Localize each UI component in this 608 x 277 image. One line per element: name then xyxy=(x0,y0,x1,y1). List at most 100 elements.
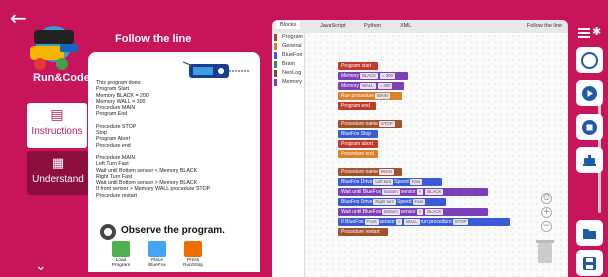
robot-icon xyxy=(583,155,596,166)
block-text: Memory xyxy=(341,73,360,79)
block-program-abort[interactable]: Program abort xyxy=(338,140,378,148)
block-slot[interactable]: STOP xyxy=(452,218,469,225)
block-text: Wait until BlueFox xyxy=(341,209,382,215)
save-button[interactable] xyxy=(576,250,603,276)
category-swatch xyxy=(274,34,277,41)
play-button[interactable] xyxy=(576,80,603,106)
connect-button[interactable] xyxy=(576,47,603,73)
category-swatch xyxy=(274,52,277,59)
block-slot[interactable]: WALL xyxy=(404,218,420,225)
stop-button[interactable] xyxy=(576,114,603,140)
instruction-line: Procedure restart xyxy=(96,192,137,199)
block-text: run procedure xyxy=(420,219,452,225)
block-drive-left[interactable]: BlueFox Drive Left turn Speed Fast xyxy=(338,178,442,186)
recenter-icon[interactable]: ⊙ xyxy=(541,193,552,204)
category-neolog[interactable]: NeoLog xyxy=(272,69,304,78)
nav-instructions[interactable]: ▤ Instructions xyxy=(27,103,87,148)
category-memory[interactable]: Memory xyxy=(272,78,304,87)
block-slot[interactable]: = 300 xyxy=(377,82,393,89)
nav-understand[interactable]: ▦ Understand xyxy=(27,151,89,195)
block-program-end[interactable]: Program end xyxy=(338,102,376,110)
block-slot[interactable]: WALL xyxy=(360,82,376,89)
block-text: Memory xyxy=(341,83,360,89)
chevron-down-icon[interactable]: ⌄ xyxy=(35,258,47,274)
category-label: Brain xyxy=(282,61,295,67)
book-icon: ▦ xyxy=(51,156,65,171)
category-swatch xyxy=(274,43,277,50)
instructions-panel: This program does: Program Start Memory BL… xyxy=(88,52,260,272)
zoom-out-icon[interactable]: − xyxy=(541,221,552,232)
bluetooth-icon[interactable]: ✱ xyxy=(592,25,601,38)
press-run-stop-icon xyxy=(184,241,202,257)
category-program[interactable]: Program xyxy=(272,33,304,42)
open-file-button[interactable] xyxy=(576,220,603,246)
block-slot[interactable]: > xyxy=(395,218,403,225)
block-slot[interactable]: MAIN xyxy=(375,92,390,99)
category-label: Memory xyxy=(282,79,302,85)
block-slot[interactable]: Right turn xyxy=(373,198,397,205)
block-slot[interactable]: Front xyxy=(364,218,379,225)
block-memory-wall[interactable]: Memory WALL = 300 xyxy=(338,82,404,90)
step-load-program: Load Program xyxy=(106,241,136,268)
block-bluefox-stop[interactable]: BlueFox Stop xyxy=(338,130,378,138)
block-text: sensor xyxy=(379,219,395,225)
block-run-procedure[interactable]: Run procedure MAIN xyxy=(338,92,402,100)
block-wait-black-less[interactable]: Wait until BlueFox Bottom sensor < BLACK xyxy=(338,188,488,196)
block-text: sensor xyxy=(400,189,416,195)
block-text: sensor xyxy=(400,209,416,215)
place-bluefox-icon xyxy=(148,241,166,257)
block-slot[interactable]: MAIN xyxy=(378,168,394,175)
document-icon: ▤ xyxy=(50,107,64,123)
zoom-in-icon[interactable]: + xyxy=(541,207,552,218)
tab-xml[interactable]: XML xyxy=(400,23,411,29)
trash-icon[interactable] xyxy=(536,240,554,263)
step-label: BlueFox xyxy=(148,263,166,268)
block-procedure-main[interactable]: Procedure name MAIN xyxy=(338,168,402,176)
category-label: Program xyxy=(282,34,304,40)
category-brain[interactable]: Brain xyxy=(272,60,304,69)
menu-icon[interactable] xyxy=(578,28,590,40)
block-slot[interactable]: Left turn xyxy=(373,178,394,185)
tab-blocks[interactable]: Blocks xyxy=(276,21,301,29)
block-drive-right[interactable]: BlueFox Drive Right turn Speed Fast xyxy=(338,198,446,206)
block-procedure-restart[interactable]: Procedure restart xyxy=(338,228,388,236)
block-program-start[interactable]: Program start xyxy=(338,62,378,70)
tab-python[interactable]: Python xyxy=(364,23,381,29)
block-slot[interactable]: < xyxy=(416,188,424,195)
instructions-text: This program does: Program Start Memory BL… xyxy=(96,80,256,199)
robot-button[interactable] xyxy=(576,147,603,173)
observe-banner: Observe the program. xyxy=(100,224,250,240)
play-icon xyxy=(582,86,597,101)
block-slot[interactable]: STOP xyxy=(378,120,395,127)
block-wait-black-greater[interactable]: Wait until BlueFox Bottom sensor > BLACK xyxy=(338,208,488,216)
connect-icon xyxy=(581,52,598,69)
category-bluefox[interactable]: BlueFox xyxy=(272,51,304,60)
block-canvas[interactable]: Program start Memory BLACK = 200 Memory WAL… xyxy=(306,33,601,277)
workspace-title: Follow the line xyxy=(526,23,562,29)
block-text: If BlueFox xyxy=(341,219,364,225)
app-logo-text: Run&Code xyxy=(33,72,90,84)
tab-javascript[interactable]: JavaScript xyxy=(320,23,346,29)
block-slot[interactable]: Fast xyxy=(412,198,425,205)
step-press-run-stop: Press Run/Stop xyxy=(178,241,208,268)
block-procedure-end[interactable]: Procedure end xyxy=(338,150,378,158)
block-text: Speed xyxy=(397,199,412,205)
block-slot[interactable]: Bottom xyxy=(382,188,400,195)
block-procedure-stop[interactable]: Procedure name STOP xyxy=(338,120,402,128)
block-slot[interactable]: BLACK xyxy=(425,208,444,215)
page-title: Follow the line xyxy=(115,33,192,45)
block-slot[interactable]: Fast xyxy=(409,178,422,185)
editor-tabs: Blocks JavaScript Python XML Follow the … xyxy=(272,20,568,33)
code-workspace: Blocks JavaScript Python XML Follow the … xyxy=(272,20,601,277)
block-slot[interactable]: > xyxy=(416,208,424,215)
block-memory-black[interactable]: Memory BLACK = 200 xyxy=(338,72,408,80)
category-label: General xyxy=(282,43,302,49)
folder-icon xyxy=(583,229,596,239)
block-slot[interactable]: BLACK xyxy=(360,72,379,79)
block-text: BlueFox Drive xyxy=(341,179,373,185)
category-general[interactable]: General xyxy=(272,42,304,51)
block-slot[interactable]: = 200 xyxy=(380,72,396,79)
block-if-front-wall[interactable]: If BlueFox Front sensor > WALL run procedure S… xyxy=(338,218,510,226)
block-slot[interactable]: Bottom xyxy=(382,208,400,215)
block-slot[interactable]: BLACK xyxy=(425,188,444,195)
